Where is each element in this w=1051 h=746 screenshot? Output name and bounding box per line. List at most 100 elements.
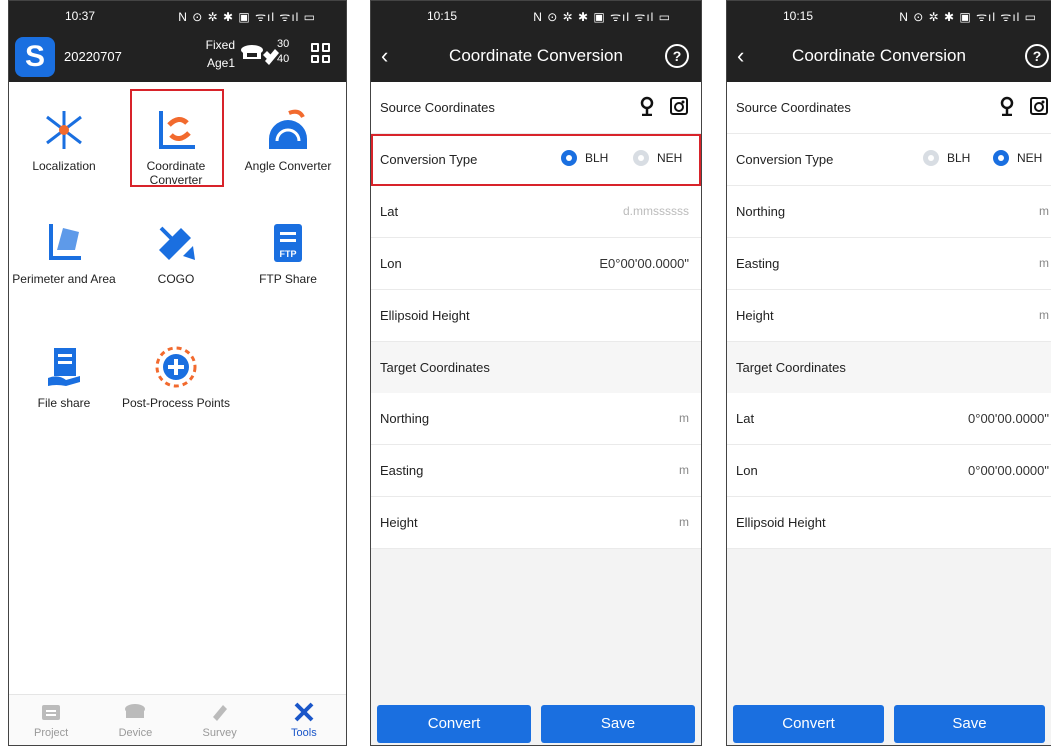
status-bar: 10:37 N ⊙ ✲ ✱ ▣ ᯤıl ᯤıl ▭ xyxy=(9,1,346,31)
lat-value: 0°00'00.0000" xyxy=(968,411,1049,426)
save-button[interactable]: Save xyxy=(541,705,695,743)
source-coordinates-row: Source Coordinates xyxy=(371,82,701,134)
status-bar: 10:15 N ⊙ ✲ ✱ ▣ ᯤıl ᯤıl ▭ xyxy=(727,1,1051,31)
radio-neh[interactable]: NEH xyxy=(993,150,1042,166)
satellite-count: 30 40 xyxy=(277,37,289,67)
radio-neh-label: NEH xyxy=(1017,151,1043,165)
project-icon xyxy=(9,701,93,723)
height-output: Height m xyxy=(371,497,701,549)
tool-ftp-share[interactable]: FTP FTP Share xyxy=(233,220,343,286)
highlight-box xyxy=(130,89,224,187)
get-position-icon[interactable] xyxy=(669,96,689,119)
tool-file-share[interactable]: File share xyxy=(9,344,119,410)
post-process-icon xyxy=(121,344,231,390)
convert-button[interactable]: Convert xyxy=(377,705,531,743)
unit-label: m xyxy=(679,411,689,425)
status-bar: 10:15 N ⊙ ✲ ✱ ▣ ᯤıl ᯤıl ▭ xyxy=(371,1,701,31)
tools-screen: 10:37 N ⊙ ✲ ✱ ▣ ᯤıl ᯤıl ▭ S 20220707 Fix… xyxy=(8,0,347,746)
easting-field[interactable]: Easting m xyxy=(727,238,1051,290)
easting-output: Easting m xyxy=(371,445,701,497)
northing-label: Northing xyxy=(380,411,430,426)
location-pin-icon[interactable] xyxy=(639,96,655,119)
status-time: 10:15 xyxy=(783,9,814,23)
source-label: Source Coordinates xyxy=(736,100,851,115)
unit-label: m xyxy=(1039,256,1049,270)
action-bar: Convert Save xyxy=(371,699,701,745)
nav-project[interactable]: Project xyxy=(9,695,93,745)
lat-field[interactable]: Lat d.mmssssss xyxy=(371,186,701,238)
source-coordinates-row: Source Coordinates xyxy=(727,82,1051,134)
target-coordinates-header: Target Coordinates xyxy=(727,342,1051,393)
ellipsoid-height-field[interactable]: Ellipsoid Height xyxy=(371,290,701,342)
status-icons: N ⊙ ✲ ✱ ▣ ᯤıl ᯤıl ▭ xyxy=(899,10,1037,24)
age-label: Age1 xyxy=(206,56,235,70)
height-label: Height xyxy=(380,515,418,530)
radio-unselected-icon xyxy=(923,150,939,166)
unit-label: m xyxy=(1039,308,1049,322)
tool-angle-converter[interactable]: Angle Converter xyxy=(233,107,343,173)
ftp-share-icon: FTP xyxy=(233,220,343,266)
tool-label: Perimeter and Area xyxy=(12,272,116,286)
height-field[interactable]: Height m xyxy=(727,290,1051,342)
ellipsoid-height-output: Ellipsoid Height xyxy=(727,497,1051,549)
radio-blh[interactable]: BLH xyxy=(923,150,970,166)
nav-device[interactable]: Device xyxy=(93,695,177,745)
bottom-nav: Project Device Survey Tools xyxy=(9,694,346,745)
lat-label: Lat xyxy=(736,411,755,426)
tool-localization[interactable]: Localization xyxy=(9,107,119,173)
page-title: Coordinate Conversion xyxy=(792,46,966,65)
nav-tools[interactable]: Tools xyxy=(262,695,346,745)
nav-survey[interactable]: Survey xyxy=(178,695,262,745)
northing-field[interactable]: Northing m xyxy=(727,186,1051,238)
lat-placeholder: d.mmssssss xyxy=(623,204,689,218)
project-name[interactable]: 20220707 xyxy=(64,49,122,64)
coordinate-conversion-blh-screen: 10:15 N ⊙ ✲ ✱ ▣ ᯤıl ᯤıl ▭ ‹ Coordinate C… xyxy=(370,0,702,746)
app-header: S 20220707 Fixed Age1 30 40 xyxy=(9,31,346,82)
grid-menu-icon[interactable] xyxy=(311,43,331,63)
cogo-icon xyxy=(121,220,231,266)
ftp-badge: FTP xyxy=(280,249,297,259)
tool-label: Localization xyxy=(32,159,96,173)
action-bar: Convert Save xyxy=(727,699,1051,745)
angle-converter-icon xyxy=(233,107,343,153)
lon-field[interactable]: Lon E0°00'00.0000" xyxy=(371,238,701,290)
page-title: Coordinate Conversion xyxy=(449,46,623,65)
lon-label: Lon xyxy=(736,463,758,478)
status-icons: N ⊙ ✲ ✱ ▣ ᯤıl ᯤıl ▭ xyxy=(178,10,316,24)
conversion-type-row: Conversion Type BLH NEH xyxy=(727,134,1051,186)
tool-label: COGO xyxy=(157,272,195,286)
tool-label: File share xyxy=(37,396,91,410)
app-logo[interactable]: S xyxy=(15,37,55,77)
lon-value: 0°00'00.0000" xyxy=(968,463,1049,478)
localization-icon xyxy=(9,107,119,153)
radio-blh-label: BLH xyxy=(947,151,971,165)
status-icons: N ⊙ ✲ ✱ ▣ ᯤıl ᯤıl ▭ xyxy=(533,10,671,24)
tool-label: FTP Share xyxy=(259,272,317,286)
radio-selected-icon xyxy=(993,150,1009,166)
page-header: ‹ Coordinate Conversion ? xyxy=(727,31,1051,82)
nav-label: Project xyxy=(34,727,69,739)
target-label: Target Coordinates xyxy=(736,360,846,375)
page-header: ‹ Coordinate Conversion ? xyxy=(371,31,701,82)
lat-output: Lat 0°00'00.0000" xyxy=(727,393,1051,445)
help-icon[interactable]: ? xyxy=(1025,44,1049,68)
survey-icon xyxy=(178,701,262,723)
tool-perimeter-area[interactable]: Perimeter and Area xyxy=(9,220,119,286)
fix-status-label: Fixed xyxy=(205,38,235,52)
tool-cogo[interactable]: COGO xyxy=(121,220,231,286)
help-icon[interactable]: ? xyxy=(665,44,689,68)
save-button[interactable]: Save xyxy=(894,705,1045,743)
unit-label: m xyxy=(679,463,689,477)
ellipsoid-height-label: Ellipsoid Height xyxy=(736,515,826,530)
sat-used: 30 xyxy=(277,38,290,50)
perimeter-area-icon xyxy=(9,220,119,266)
status-time: 10:15 xyxy=(427,9,458,23)
convert-button[interactable]: Convert xyxy=(733,705,884,743)
easting-label: Easting xyxy=(380,463,424,478)
northing-output: Northing m xyxy=(371,393,701,445)
get-position-icon[interactable] xyxy=(1029,96,1049,119)
source-label: Source Coordinates xyxy=(380,100,495,115)
tool-post-process[interactable]: Post-Process Points xyxy=(121,344,231,410)
file-share-icon xyxy=(9,344,119,390)
location-pin-icon[interactable] xyxy=(999,96,1015,119)
